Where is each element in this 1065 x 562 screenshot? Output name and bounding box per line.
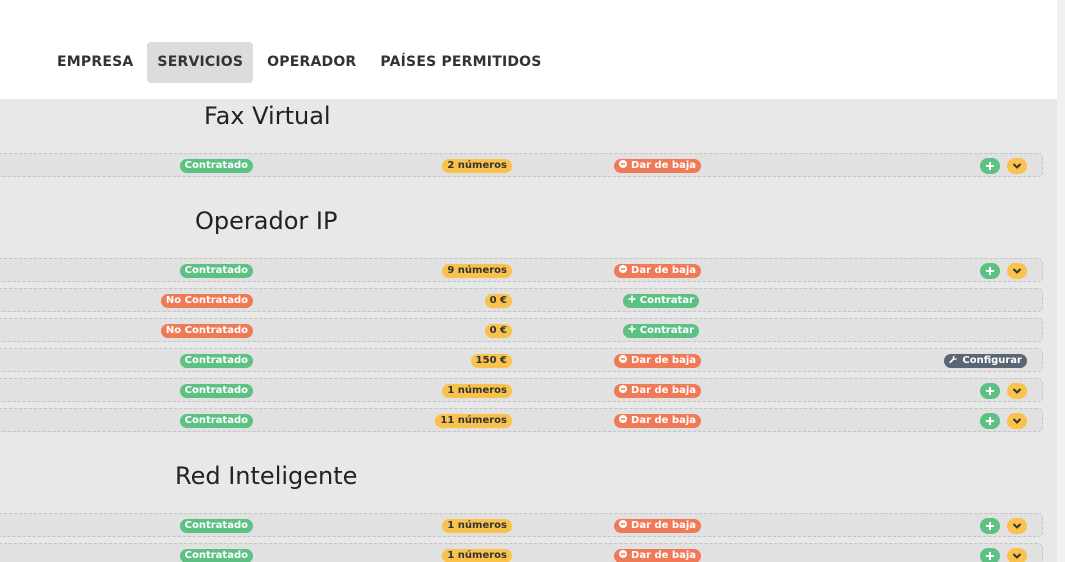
tab-bar: EMPRESA SERVICIOS OPERADOR PAÍSES PERMIT… xyxy=(47,42,556,83)
expand-button[interactable] xyxy=(1007,548,1027,562)
expand-button[interactable] xyxy=(1007,413,1027,429)
service-row: Contratado 150 € Dar de baja Configurar xyxy=(0,348,1043,372)
action-label: Dar de baja xyxy=(631,355,696,366)
status-badge: Contratado xyxy=(179,384,253,398)
chevron-down-icon xyxy=(1012,388,1022,394)
amount-badge: 2 números xyxy=(442,159,512,173)
dar-de-baja-button[interactable]: Dar de baja xyxy=(614,519,701,533)
service-row: Contratado 1 números Dar de baja xyxy=(0,378,1043,402)
chevron-down-icon xyxy=(1012,523,1022,529)
expand-button[interactable] xyxy=(1007,158,1027,174)
action-label: Contratar xyxy=(639,325,694,336)
dar-de-baja-button[interactable]: Dar de baja xyxy=(614,549,701,562)
action-label: Dar de baja xyxy=(631,160,696,171)
dar-de-baja-button[interactable]: Dar de baja xyxy=(614,414,701,428)
service-row: No Contratado 0 € Contratar xyxy=(0,318,1043,342)
amount-badge: 1 números xyxy=(442,549,512,562)
minus-icon xyxy=(619,385,628,393)
section-title-operador-ip: Operador IP xyxy=(195,207,338,235)
minus-icon xyxy=(619,550,628,558)
add-button[interactable] xyxy=(980,263,1000,279)
service-row: Contratado 1 números Dar de baja xyxy=(0,543,1043,562)
plus-icon xyxy=(986,387,994,395)
configurar-button[interactable]: Configurar xyxy=(944,354,1027,368)
status-badge: Contratado xyxy=(179,264,253,278)
add-button[interactable] xyxy=(980,518,1000,534)
plus-icon xyxy=(628,295,636,303)
chevron-down-icon xyxy=(1012,418,1022,424)
contratar-button[interactable]: Contratar xyxy=(622,294,699,308)
plus-icon xyxy=(986,522,994,530)
section-title-red-inteligente: Red Inteligente xyxy=(175,462,358,490)
add-button[interactable] xyxy=(980,413,1000,429)
status-badge: No Contratado xyxy=(160,294,253,308)
service-row: Contratado 1 números Dar de baja xyxy=(0,513,1043,537)
expand-button[interactable] xyxy=(1007,383,1027,399)
contratar-button[interactable]: Contratar xyxy=(622,324,699,338)
tab-servicios[interactable]: SERVICIOS xyxy=(147,42,254,83)
tab-paises-permitidos[interactable]: PAÍSES PERMITIDOS xyxy=(370,42,551,83)
plus-icon xyxy=(986,267,994,275)
status-badge: No Contratado xyxy=(160,324,253,338)
amount-badge: 0 € xyxy=(484,324,512,338)
service-row: No Contratado 0 € Contratar xyxy=(0,288,1043,312)
configurar-label: Configurar xyxy=(962,355,1022,366)
plus-icon xyxy=(986,552,994,560)
chevron-down-icon xyxy=(1012,268,1022,274)
service-row: Contratado 9 números Dar de baja xyxy=(0,258,1043,282)
dar-de-baja-button[interactable]: Dar de baja xyxy=(614,264,701,278)
page-header: EMPRESA SERVICIOS OPERADOR PAÍSES PERMIT… xyxy=(0,0,1057,99)
add-button[interactable] xyxy=(980,548,1000,562)
amount-badge: 1 números xyxy=(442,519,512,533)
section-title-fax-virtual: Fax Virtual xyxy=(204,102,331,130)
plus-icon xyxy=(628,325,636,333)
expand-button[interactable] xyxy=(1007,518,1027,534)
add-button[interactable] xyxy=(980,383,1000,399)
action-label: Dar de baja xyxy=(631,415,696,426)
tab-operador[interactable]: OPERADOR xyxy=(257,42,366,83)
amount-badge: 9 números xyxy=(442,264,512,278)
minus-icon xyxy=(619,520,628,528)
scrollbar[interactable] xyxy=(1057,0,1065,562)
minus-icon xyxy=(619,355,628,363)
dar-de-baja-button[interactable]: Dar de baja xyxy=(614,159,701,173)
chevron-down-icon xyxy=(1012,553,1022,559)
service-row: Contratado 2 números Dar de baja xyxy=(0,153,1043,177)
chevron-down-icon xyxy=(1012,163,1022,169)
amount-badge: 150 € xyxy=(470,354,512,368)
minus-icon xyxy=(619,415,628,423)
wrench-icon xyxy=(949,354,958,363)
action-label: Dar de baja xyxy=(631,265,696,276)
dar-de-baja-button[interactable]: Dar de baja xyxy=(614,354,701,368)
status-badge: Contratado xyxy=(179,414,253,428)
amount-badge: 0 € xyxy=(484,294,512,308)
minus-icon xyxy=(619,160,628,168)
plus-icon xyxy=(986,417,994,425)
dar-de-baja-button[interactable]: Dar de baja xyxy=(614,384,701,398)
expand-button[interactable] xyxy=(1007,263,1027,279)
services-panel: Fax Virtual Contratado 2 números Dar de … xyxy=(0,99,1057,562)
status-badge: Contratado xyxy=(179,549,253,562)
action-label: Dar de baja xyxy=(631,550,696,561)
plus-icon xyxy=(986,162,994,170)
status-badge: Contratado xyxy=(179,159,253,173)
amount-badge: 1 números xyxy=(442,384,512,398)
service-row: Contratado 11 números Dar de baja xyxy=(0,408,1043,432)
action-label: Contratar xyxy=(639,295,694,306)
tab-empresa[interactable]: EMPRESA xyxy=(47,42,143,83)
status-badge: Contratado xyxy=(179,519,253,533)
amount-badge: 11 números xyxy=(435,414,512,428)
action-label: Dar de baja xyxy=(631,520,696,531)
action-label: Dar de baja xyxy=(631,385,696,396)
minus-icon xyxy=(619,265,628,273)
add-button[interactable] xyxy=(980,158,1000,174)
status-badge: Contratado xyxy=(179,354,253,368)
